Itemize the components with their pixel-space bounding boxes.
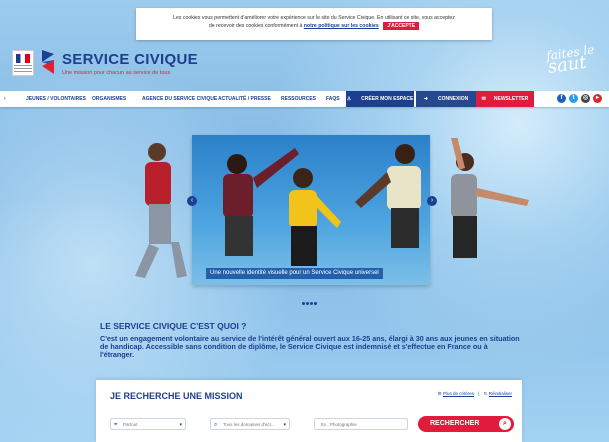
keyword-input[interactable]: Ex : Photographie [314,418,408,430]
reset-icon: ↻ [483,391,488,396]
logo-text-lines [14,65,32,66]
cookie-text-line2: de recevoir des cookies conformément à [208,23,303,29]
newsletter-label: NEWSLETTER [493,96,529,102]
mission-search-panel: JE RECHERCHE UNE MISSION ⚙ Plus de critè… [96,380,522,442]
intro-text: C'est un engagement volontaire au servic… [100,334,520,359]
cookie-policy-link[interactable]: notre politique sur les cookies [304,23,379,29]
carousel-prev-icon[interactable]: ‹ [187,196,197,206]
chevron-down-icon: ▾ [283,422,286,428]
service-civique-logo-icon[interactable] [38,48,58,78]
nav-item-ressources[interactable]: RESSOURCES [281,91,316,107]
search-links-separator: | [478,391,480,396]
more-criteria-link[interactable]: Plus de critères [443,391,474,396]
facebook-icon[interactable]: f [557,94,566,103]
carousel-dot[interactable] [310,302,313,305]
settings-icon: ⚙ [437,391,442,396]
carousel-next-icon[interactable]: › [427,196,437,206]
login-label: CONNEXION [437,96,469,102]
create-space-button[interactable]: ♙ CRÉER MON ESPACE [346,91,414,107]
brand-tagline: Une mission pour chacun au service de to… [62,70,171,76]
chevron-down-icon: ▾ [179,422,182,428]
login-button[interactable]: ➜ CONNEXION [416,91,476,107]
instagram-icon[interactable]: ◎ [581,94,590,103]
keyword-placeholder: Ex : Photographie [321,422,357,427]
search-button[interactable]: RECHERCHER ⌕ [418,416,514,432]
nav-item-jeunes[interactable]: JEUNES / VOLONTAIRES [26,91,86,107]
search-button-label: RECHERCHER [430,420,480,427]
slogan-line-2: saut [546,51,588,78]
user-icon: ♙ [346,96,352,102]
cookie-text-line1: Les cookies vous permettent d'améliorer … [173,15,455,21]
newsletter-button[interactable]: ✉ NEWSLETTER [476,91,534,107]
carousel-dot[interactable] [302,302,305,305]
cookie-banner: Les cookies vous permettent d'améliorer … [136,8,492,40]
search-links: ⚙ Plus de critères | ↻ Réinitialiser [438,391,512,397]
location-select[interactable]: ⌖ Partout ▾ [110,418,186,430]
mail-icon: ✉ [481,96,486,102]
nav-item-actualite[interactable]: ACTUALITÉ / PRESSE [218,91,271,107]
hero-caption[interactable]: Une nouvelle identité visuelle pour un S… [206,268,383,279]
login-icon: ➜ [423,96,428,102]
tag-icon: ⌕ [214,422,218,428]
location-placeholder: Partout [123,422,138,427]
carousel-dot[interactable] [314,302,317,305]
location-pin-icon: ⌖ [114,422,118,428]
site-header: SERVICE CIVIQUE Une mission pour chacun … [0,40,609,88]
youtube-icon[interactable]: ▸ [593,94,602,103]
intro-title: LE SERVICE CIVIQUE C'EST QUOI ? [100,321,247,331]
search-title: JE RECHERCHE UNE MISSION [110,391,243,401]
search-icon: ⌕ [499,418,511,430]
domain-select[interactable]: ⌕ Tous les domaines d'act... ▾ [210,418,290,430]
reset-link[interactable]: Réinitialiser [489,391,512,396]
faites-le-saut-slogan: faites le saut [545,42,608,90]
cookie-accept-button[interactable]: J'ACCEPTE [383,22,420,30]
tricolor-flag-icon [16,54,30,63]
nav-item-agence[interactable]: AGENCE DU SERVICE CIVIQUE [142,91,217,107]
main-navigation: › JEUNES / VOLONTAIRES ORGANISMES AGENCE… [0,91,609,107]
nav-item-faqs[interactable]: FAQS [326,91,340,107]
republique-francaise-logo[interactable] [12,50,34,76]
domain-placeholder: Tous les domaines d'act... [223,422,275,427]
nav-item-organismes[interactable]: ORGANISMES [92,91,126,107]
carousel-dot[interactable] [306,302,309,305]
page: SERVICE CIVIQUE Une mission pour chacun … [0,0,609,442]
nav-chevron-icon: › [4,96,6,102]
brand-title[interactable]: SERVICE CIVIQUE [62,51,198,68]
twitter-icon[interactable]: t [569,94,578,103]
carousel-dots[interactable] [302,292,318,310]
create-space-label: CRÉER MON ESPACE [361,96,414,102]
